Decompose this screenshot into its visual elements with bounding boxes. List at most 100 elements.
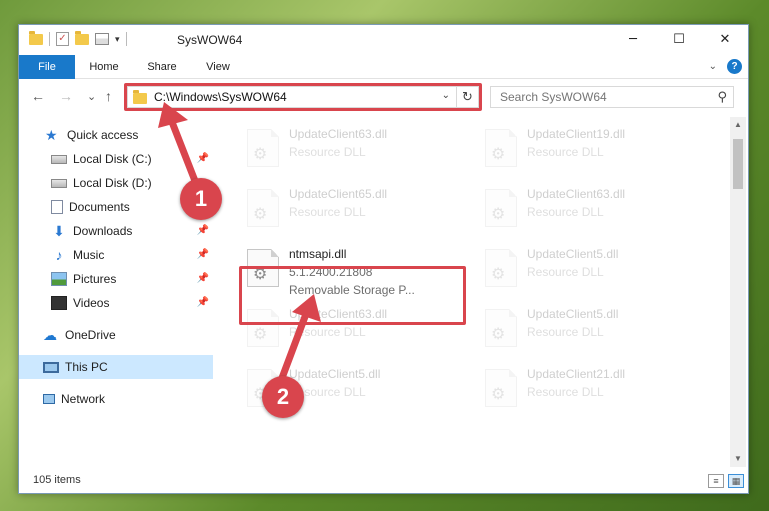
minimize-button[interactable]: ─ (610, 25, 656, 55)
sidebar-item-label: OneDrive (65, 328, 116, 342)
sidebar-item-this-pc[interactable]: This PC (19, 355, 213, 379)
gear-icon: ⚙ (253, 204, 268, 223)
address-highlight-box (124, 83, 482, 111)
file-description: Resource DLL (289, 145, 366, 159)
file-name: UpdateClient5.dll (527, 247, 619, 261)
pc-icon (43, 361, 59, 373)
gear-icon: ⚙ (491, 204, 506, 223)
file-description: Resource DLL (527, 385, 604, 399)
navigation-bar: ← → ⌄ ↑ C:\Windows\SysWOW64 ⌄ ↻ ⚲ (19, 79, 748, 115)
tab-share[interactable]: Share (135, 55, 189, 79)
disk-icon (51, 154, 67, 164)
title-bar: ✓ ▾ SysWOW64 ─ ☐ ✕ (19, 25, 748, 55)
file-item[interactable]: ⚙ UpdateClient63.dll Resource DLL (239, 121, 469, 177)
sidebar-item-label: Music (73, 248, 105, 262)
dll-file-icon: ⚙ (485, 249, 517, 287)
sidebar-item-label: This PC (65, 360, 108, 374)
chevron-down-icon[interactable]: ▾ (115, 34, 120, 45)
dll-file-icon: ⚙ (485, 309, 517, 347)
file-item[interactable]: ⚙ UpdateClient63.dll Resource DLL (477, 181, 707, 237)
sidebar-item-videos[interactable]: Videos 📌 (19, 291, 213, 315)
download-icon: ⬇ (53, 223, 65, 239)
file-item[interactable]: ⚙ UpdateClient19.dll Resource DLL (477, 121, 707, 177)
maximize-button[interactable]: ☐ (656, 25, 702, 55)
dll-file-icon: ⚙ (485, 369, 517, 407)
close-button[interactable]: ✕ (702, 25, 748, 55)
scrollbar-thumb[interactable] (733, 139, 743, 189)
callout-badge-1: 1 (180, 178, 222, 220)
file-item[interactable]: ⚙ UpdateClient5.dll Resource DLL (477, 241, 707, 297)
sidebar-item-network[interactable]: Network (19, 387, 213, 411)
pictures-icon (51, 272, 67, 286)
folder-icon (29, 30, 43, 45)
search-box[interactable]: ⚲ (490, 86, 734, 108)
ribbon-tabs: File Home Share View ⌄ ? (19, 55, 748, 79)
file-name: UpdateClient63.dll (289, 127, 388, 141)
item-count: 105 items (33, 474, 81, 486)
scroll-up-icon[interactable]: ▲ (730, 117, 746, 133)
pin-icon: 📌 (196, 153, 209, 164)
customize-icon[interactable] (95, 33, 109, 45)
gear-icon: ⚙ (491, 384, 506, 403)
sidebar-item-label: Network (61, 392, 106, 406)
explorer-window: ✓ ▾ SysWOW64 ─ ☐ ✕ File Home Share View … (18, 24, 749, 494)
vertical-scrollbar[interactable]: ▲ ▼ (730, 117, 746, 467)
up-button[interactable]: ↑ (105, 88, 112, 104)
pin-icon: 📌 (196, 273, 209, 284)
gear-icon: ⚙ (491, 324, 506, 343)
pin-icon: 📌 (196, 249, 209, 260)
tab-home[interactable]: Home (77, 55, 131, 79)
disk-icon (51, 178, 67, 188)
toolbar-divider (125, 32, 127, 46)
forward-button[interactable]: → (59, 88, 73, 104)
file-name: UpdateClient5.dll (289, 367, 381, 381)
sidebar-item-label: Local Disk (C:) (73, 152, 152, 166)
new-folder-icon[interactable] (75, 30, 89, 45)
dll-file-icon: ⚙ (485, 129, 517, 167)
sidebar-item-quick-access[interactable]: ★ Quick access (19, 123, 213, 147)
toolbar-divider (49, 32, 50, 46)
file-description: Resource DLL (289, 325, 366, 339)
dll-file-icon: ⚙ (247, 129, 279, 167)
pin-icon: 📌 (196, 297, 209, 308)
sidebar-item-downloads[interactable]: ⬇ Downloads 📌 (19, 219, 213, 243)
file-description: Resource DLL (289, 205, 366, 219)
recent-locations-button[interactable]: ⌄ (87, 90, 96, 103)
gear-icon: ⚙ (253, 144, 268, 163)
file-item[interactable]: ⚙ UpdateClient5.dll Resource DLL (477, 301, 707, 357)
help-icon[interactable]: ? (727, 59, 742, 74)
back-button[interactable]: ← (31, 88, 45, 104)
sidebar-item-onedrive[interactable]: ☁ OneDrive (19, 323, 213, 347)
search-input[interactable] (491, 87, 691, 107)
file-highlight-box (239, 266, 466, 325)
expand-ribbon-icon[interactable]: ⌄ (709, 61, 717, 72)
status-bar: 105 items ≡ ▦ (19, 471, 748, 493)
file-name: UpdateClient63.dll (527, 187, 626, 201)
music-icon: ♪ (55, 247, 63, 263)
sidebar-item-label: Downloads (73, 224, 133, 238)
sidebar-item-local-disk-c[interactable]: Local Disk (C:) 📌 (19, 147, 213, 171)
details-view-icon[interactable]: ≡ (708, 474, 724, 488)
file-item[interactable]: ⚙ UpdateClient65.dll Resource DLL (239, 181, 469, 237)
tab-view[interactable]: View (193, 55, 243, 79)
sidebar-item-label: Videos (73, 296, 110, 310)
view-buttons: ≡ ▦ (708, 474, 744, 488)
file-name: ntmsapi.dll (289, 247, 347, 261)
properties-check-icon[interactable]: ✓ (56, 32, 69, 46)
search-icon[interactable]: ⚲ (717, 89, 727, 105)
window-controls: ─ ☐ ✕ (610, 25, 748, 55)
scroll-down-icon[interactable]: ▼ (730, 451, 746, 467)
tab-file[interactable]: File (19, 55, 75, 79)
window-title: SysWOW64 (177, 33, 243, 47)
pin-icon: 📌 (196, 225, 209, 236)
network-icon (43, 394, 55, 404)
gear-icon: ⚙ (253, 324, 268, 343)
navigation-pane: ★ Quick access Local Disk (C:) 📌 Local D… (19, 117, 213, 467)
sidebar-item-pictures[interactable]: Pictures 📌 (19, 267, 213, 291)
tiles-view-icon[interactable]: ▦ (728, 474, 744, 488)
file-description: Resource DLL (527, 205, 604, 219)
file-item[interactable]: ⚙ UpdateClient21.dll Resource DLL (477, 361, 707, 417)
dll-file-icon: ⚙ (485, 189, 517, 227)
file-description: Resource DLL (527, 265, 604, 279)
sidebar-item-music[interactable]: ♪ Music 📌 (19, 243, 213, 267)
